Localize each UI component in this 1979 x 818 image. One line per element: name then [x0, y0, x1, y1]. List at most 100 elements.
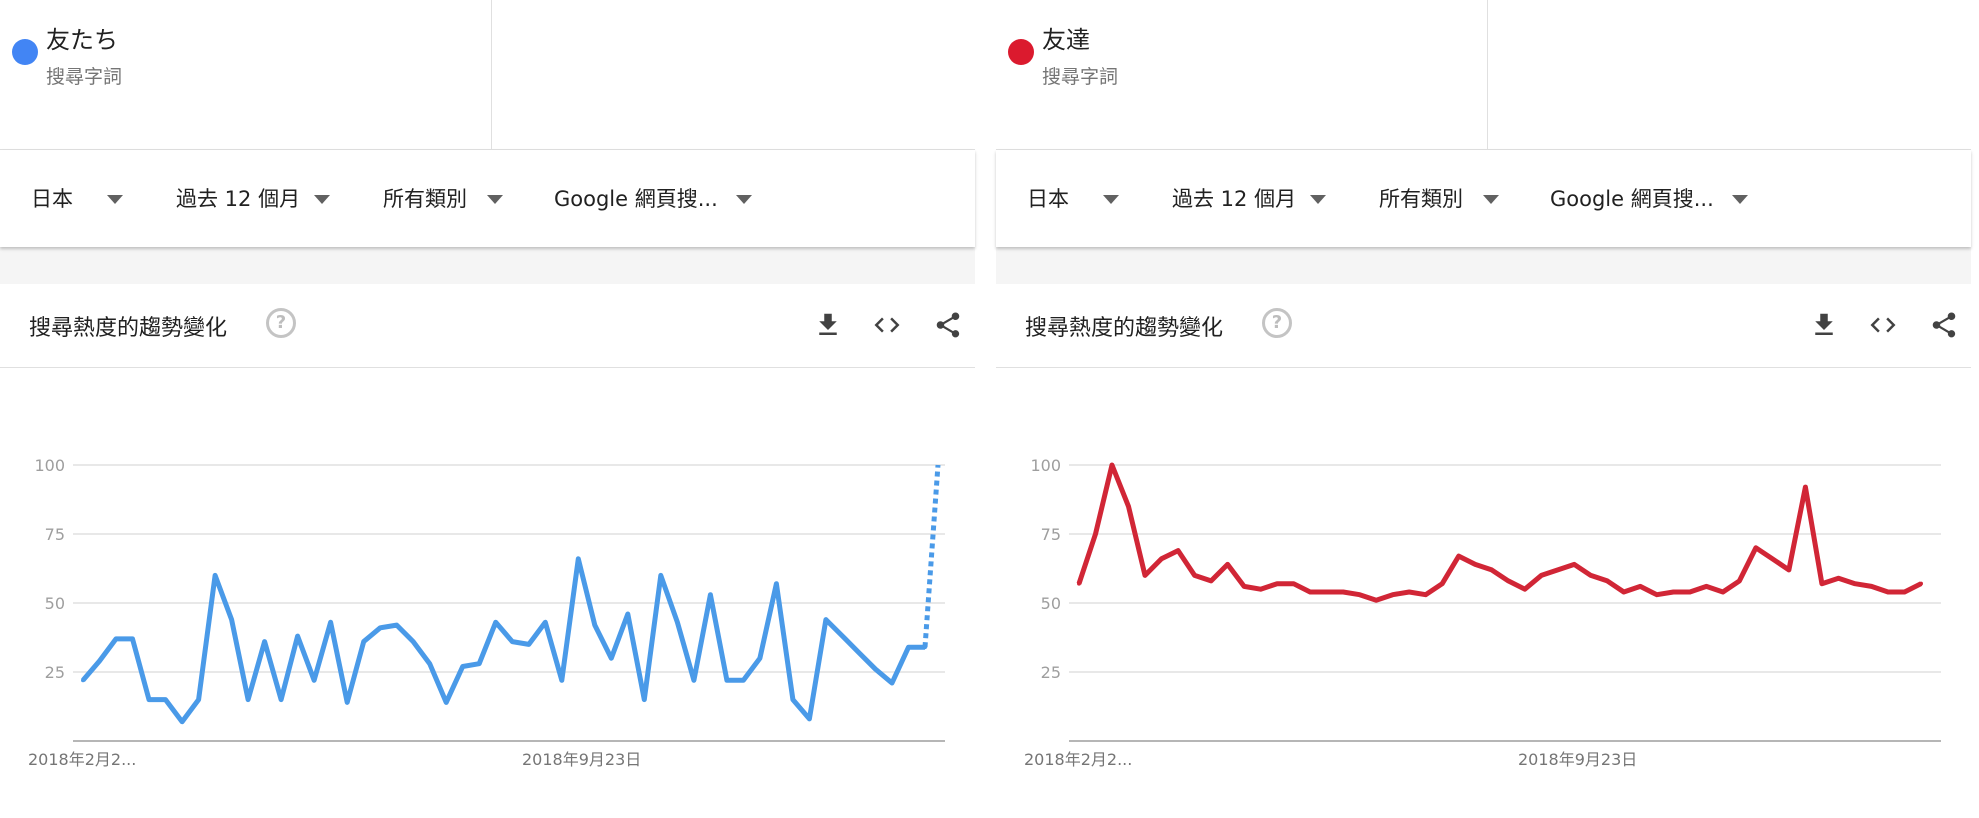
data-point: [774, 581, 779, 586]
data-point: [1489, 567, 1494, 572]
data-point: [1225, 562, 1230, 567]
share-icon[interactable]: [1929, 310, 1959, 340]
data-point: [312, 678, 317, 683]
data-point: [543, 620, 548, 625]
data-point: [1671, 589, 1676, 594]
region-dropdown[interactable]: 日本: [31, 180, 123, 216]
data-point: [180, 719, 185, 724]
caret-down-icon: [735, 194, 752, 204]
data-point: [642, 697, 647, 702]
data-point: [1242, 584, 1247, 589]
data-point: [378, 625, 383, 630]
data-point: [1506, 578, 1511, 583]
data-point: [411, 639, 416, 644]
data-point: [691, 678, 696, 683]
category-dropdown[interactable]: 所有類別: [383, 180, 503, 216]
data-point: [1291, 581, 1296, 586]
data-point: [1654, 592, 1659, 597]
category-dropdown[interactable]: 所有類別: [1379, 180, 1499, 216]
data-point: [1440, 581, 1445, 586]
comparison-panel-1: 友たち 搜尋字詞 日本 過去 12 個月 所有類別 Google 網頁搜... …: [0, 0, 975, 818]
data-point: [361, 639, 366, 644]
x-tick-label: 2018年9月23日: [1518, 750, 1637, 769]
widget-title: 搜尋熱度的趨勢變化: [1025, 316, 1224, 341]
caret-down-icon: [1483, 194, 1499, 204]
data-point: [163, 697, 168, 702]
data-point: [906, 645, 911, 650]
data-point: [1786, 567, 1791, 572]
search-type-dropdown[interactable]: Google 網頁搜...: [1550, 180, 1748, 216]
data-point: [856, 650, 861, 655]
data-point: [1819, 581, 1824, 586]
partial-data-segment: [922, 464, 941, 648]
data-point: [1902, 589, 1907, 594]
data-point: [1209, 578, 1214, 583]
data-point: [741, 678, 746, 683]
data-point: [510, 639, 515, 644]
data-point: [1341, 589, 1346, 594]
data-point: [147, 697, 152, 702]
download-icon[interactable]: [813, 310, 843, 340]
data-point: [592, 623, 597, 628]
data-point: [1456, 554, 1461, 559]
data-point: [262, 639, 267, 644]
share-icon[interactable]: [933, 310, 963, 340]
panel-gutter: [975, 0, 996, 818]
data-point: [1770, 556, 1775, 561]
data-point: [559, 678, 564, 683]
embed-code-icon[interactable]: [872, 310, 902, 340]
data-point: [1803, 485, 1808, 490]
filter-bar: 日本 過去 12 個月 所有類別 Google 網頁搜...: [0, 150, 975, 247]
data-point: [1423, 592, 1428, 597]
time-range-dropdown[interactable]: 過去 12 個月: [1172, 180, 1327, 216]
series-line: [81, 556, 925, 725]
data-point: [873, 667, 878, 672]
filter-bar: 日本 過去 12 個月 所有類別 Google 網頁搜...: [996, 150, 1971, 247]
data-point: [675, 620, 680, 625]
y-tick-label: 100: [34, 456, 65, 475]
data-point: [1753, 545, 1758, 550]
interest-over-time-chart: 100 75 50 25 2018年2月2... 2018年9月23日: [1024, 456, 1941, 769]
data-point: [493, 620, 498, 625]
data-point: [1720, 589, 1725, 594]
data-point: [1704, 584, 1709, 589]
data-point: [1407, 589, 1412, 594]
interest-over-time-chart: 100 75 50 25 2018年2月2... 2018年9月23日: [28, 456, 945, 769]
data-point: [1605, 578, 1610, 583]
search-term-slot[interactable]: 友達 搜尋字詞: [996, 0, 1488, 150]
term-type-label: 搜尋字詞: [46, 66, 123, 88]
data-point: [97, 658, 102, 663]
download-icon[interactable]: [1809, 310, 1839, 340]
y-tick-label: 50: [45, 594, 65, 613]
data-point: [757, 656, 762, 661]
data-point: [724, 678, 729, 683]
data-point: [1737, 578, 1742, 583]
help-icon[interactable]: ?: [266, 308, 296, 338]
data-point: [279, 697, 284, 702]
data-point: [1621, 589, 1626, 594]
search-term-card: 友達 搜尋字詞: [996, 0, 1971, 150]
data-point: [1473, 562, 1478, 567]
caret-down-icon: [107, 194, 123, 204]
section-spacer: [0, 247, 975, 284]
data-point: [823, 617, 828, 622]
help-icon[interactable]: ?: [1262, 308, 1292, 338]
caret-down-icon: [487, 194, 503, 204]
term-color-dot: [1008, 39, 1034, 65]
data-point: [1275, 581, 1280, 586]
data-point: [477, 661, 482, 666]
search-type-dropdown[interactable]: Google 網頁搜...: [554, 180, 752, 216]
embed-code-icon[interactable]: [1868, 310, 1898, 340]
caret-down-icon: [1731, 194, 1748, 204]
data-point: [1522, 587, 1527, 592]
caret-down-icon: [314, 194, 331, 204]
time-range-dropdown[interactable]: 過去 12 個月: [176, 180, 331, 216]
region-dropdown[interactable]: 日本: [1027, 180, 1119, 216]
data-point: [1836, 576, 1841, 581]
data-point: [1324, 589, 1329, 594]
data-point: [1110, 463, 1115, 467]
data-point: [1919, 581, 1923, 586]
data-point: [229, 617, 234, 622]
search-term-slot[interactable]: 友たち 搜尋字詞: [0, 0, 492, 150]
y-tick-label: 25: [45, 663, 65, 682]
